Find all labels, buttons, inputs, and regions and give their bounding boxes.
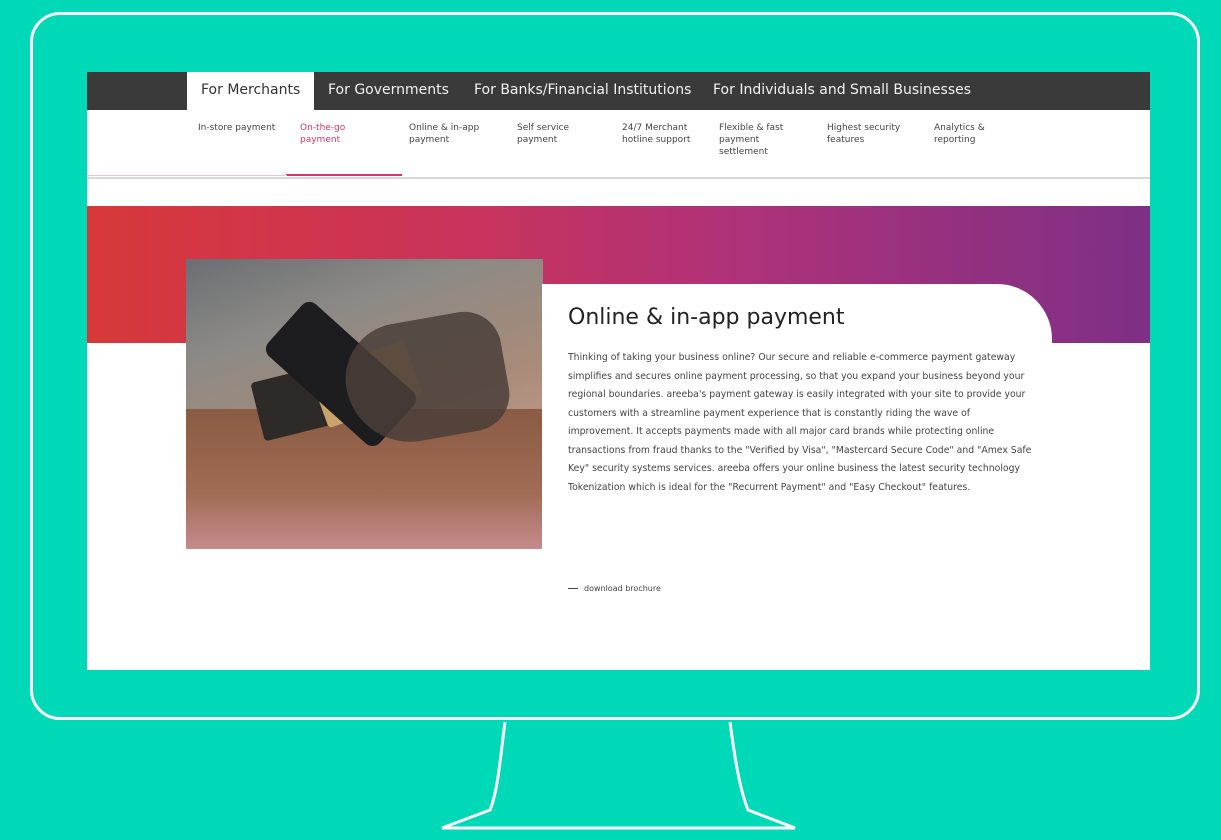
tab-for-individuals[interactable]: For Individuals and Small Businesses [713, 72, 971, 110]
accent-line [87, 175, 287, 176]
hero-description: Thinking of taking your business online?… [568, 352, 1032, 493]
subnav-item-security[interactable]: Highest security features [827, 122, 907, 146]
download-label: download brochure [584, 584, 661, 593]
tab-for-governments[interactable]: For Governments [328, 72, 449, 110]
subnav-item-settlement[interactable]: Flexible & fast payment settlement [719, 122, 789, 158]
download-brochure-link[interactable]: download brochure [568, 584, 661, 593]
subnav-item-in-store[interactable]: In-store payment [198, 122, 288, 134]
subnav-item-hotline[interactable]: 24/7 Merchant hotline support [622, 122, 702, 146]
hero-photo [186, 259, 543, 549]
website-screen: For Merchants For Governments For Banks/… [87, 72, 1150, 670]
dash-icon [568, 588, 578, 589]
subnav-item-online[interactable]: Online & in-app payment [409, 122, 487, 146]
top-nav: For Merchants For Governments For Banks/… [87, 72, 1150, 110]
tab-for-merchants[interactable]: For Merchants [187, 72, 315, 110]
tab-for-banks[interactable]: For Banks/Financial Institutions [474, 72, 691, 110]
subnav-item-self-service[interactable]: Self service payment [517, 122, 577, 146]
active-tab-indicator [286, 174, 402, 176]
subnav-item-on-the-go[interactable]: On-the-go payment [300, 122, 370, 146]
subnav-divider [87, 177, 1150, 179]
page-title: Online & in-app payment [568, 305, 845, 330]
sub-nav: In-store payment On-the-go payment Onlin… [87, 110, 1150, 177]
subnav-item-analytics[interactable]: Analytics & reporting [934, 122, 1004, 146]
